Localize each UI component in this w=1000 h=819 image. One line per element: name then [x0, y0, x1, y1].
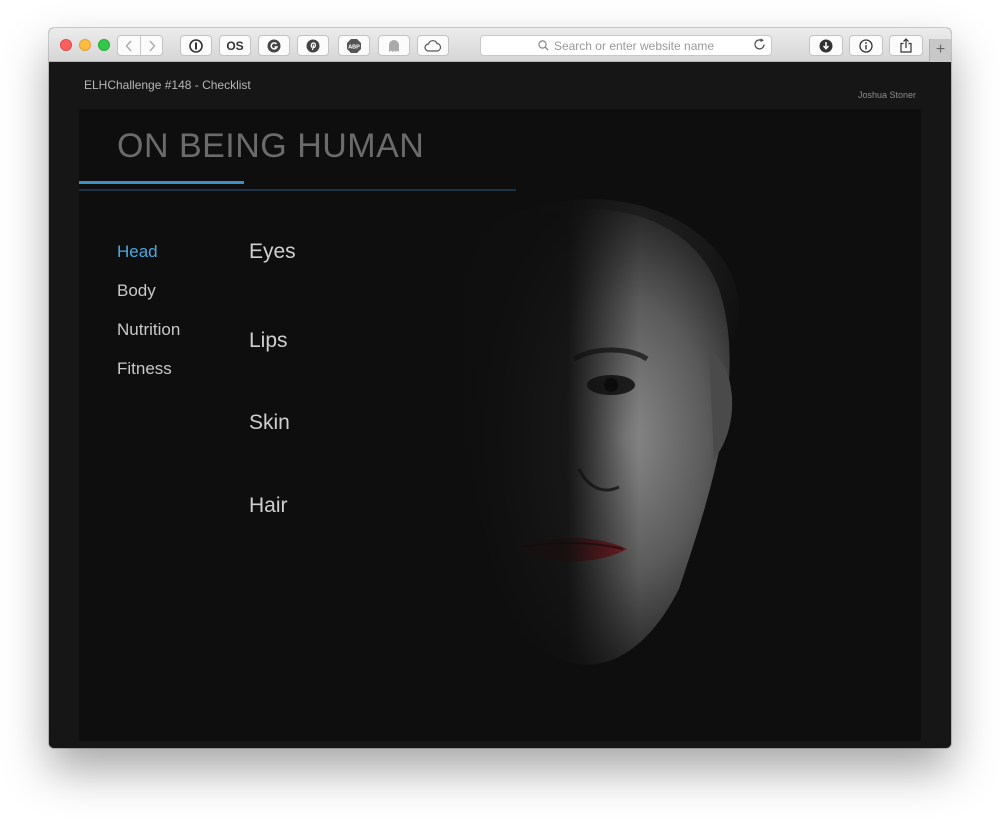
- nav-item-fitness[interactable]: Fitness: [117, 359, 172, 379]
- forward-button[interactable]: [140, 36, 162, 55]
- password-extension-button[interactable]: [180, 35, 212, 56]
- zoom-window-button[interactable]: [98, 39, 110, 51]
- lastfm-extension-button[interactable]: OS: [219, 35, 251, 56]
- author-name: Joshua Stoner: [857, 90, 916, 100]
- downloads-button[interactable]: [809, 35, 843, 56]
- reload-icon: [754, 38, 765, 50]
- address-placeholder: Search or enter website name: [553, 38, 715, 53]
- cloud-icon: [424, 39, 442, 52]
- nav-item-body[interactable]: Body: [117, 281, 156, 301]
- ghost-icon: [389, 39, 399, 52]
- address-bar[interactable]: Search or enter website name: [480, 35, 772, 56]
- cloud-extension-button[interactable]: [417, 35, 449, 56]
- reload-button[interactable]: [753, 38, 766, 51]
- portrait-image: [379, 169, 799, 741]
- chevron-right-icon: [148, 40, 155, 51]
- download-icon: [819, 39, 833, 52]
- history-nav: [117, 35, 163, 56]
- chevron-left-icon: [125, 40, 132, 51]
- grammarly-icon: [267, 39, 281, 52]
- adblock-icon: ABP: [347, 38, 361, 53]
- share-icon: [900, 38, 912, 53]
- ghostery-extension-button[interactable]: [378, 35, 410, 56]
- nav-item-head[interactable]: Head: [117, 242, 158, 262]
- search-icon: [538, 40, 549, 51]
- info-icon: [859, 38, 873, 53]
- browser-toolbar: OS ABP Search or enter website name +: [49, 28, 951, 62]
- browser-window: OS ABP Search or enter website name + EL…: [49, 28, 951, 748]
- back-button[interactable]: [118, 36, 140, 55]
- info-button[interactable]: [849, 35, 883, 56]
- topic-skin[interactable]: Skin: [249, 411, 290, 435]
- close-window-button[interactable]: [60, 39, 72, 51]
- topic-lips[interactable]: Lips: [249, 329, 288, 353]
- topic-hair[interactable]: Hair: [249, 494, 288, 518]
- course-stage: ON BEING HUMAN Head Body Nutrition Fitne…: [79, 109, 921, 741]
- title-underline: [79, 189, 516, 191]
- topic-eyes[interactable]: Eyes: [249, 240, 296, 264]
- title-accent-bar: [79, 181, 244, 184]
- svg-text:ABP: ABP: [348, 44, 360, 50]
- minimize-window-button[interactable]: [79, 39, 91, 51]
- hero-title: ON BEING HUMAN: [117, 127, 425, 165]
- scrobbler-icon: OS: [226, 38, 244, 53]
- pinterest-extension-button[interactable]: [297, 35, 329, 56]
- grammarly-extension-button[interactable]: [258, 35, 290, 56]
- adblock-extension-button[interactable]: ABP: [338, 35, 370, 56]
- password-manager-icon: [189, 38, 203, 53]
- page-content: ELHChallenge #148 - Checklist Joshua Sto…: [49, 62, 951, 748]
- share-button[interactable]: [889, 35, 923, 56]
- pinterest-icon: [306, 39, 320, 52]
- nav-item-nutrition[interactable]: Nutrition: [117, 320, 180, 340]
- page-title: ELHChallenge #148 - Checklist: [84, 78, 251, 92]
- new-tab-button[interactable]: +: [929, 39, 951, 62]
